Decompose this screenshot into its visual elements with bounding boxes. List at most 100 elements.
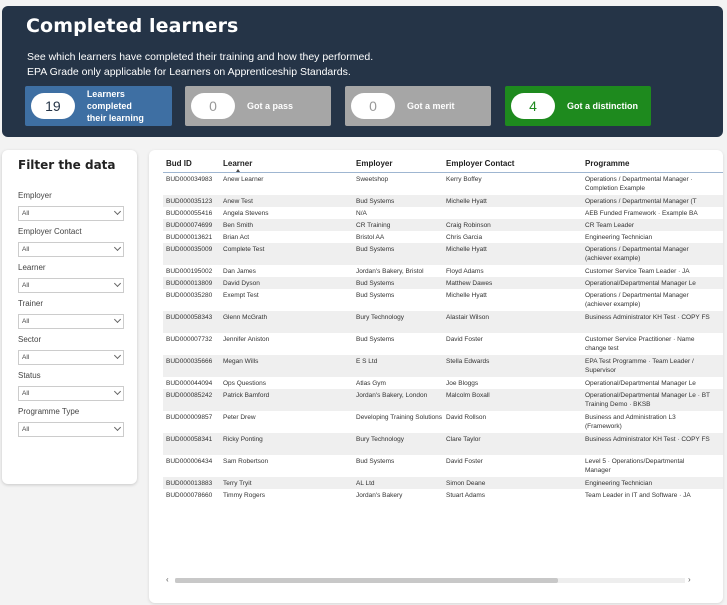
cell-learner: Peter Drew — [223, 414, 256, 421]
cell-employer: Sweetshop — [356, 176, 389, 183]
cell-employer: N/A — [356, 210, 367, 217]
filter-employer-dropdown[interactable]: All — [18, 206, 124, 221]
cell-bud-id: BUD000009857 — [166, 414, 213, 421]
table-row[interactable]: BUD000013809 David Dyson Bud Systems Matthe… — [163, 277, 723, 289]
cell-learner: Angela Stevens — [223, 210, 269, 217]
table-row[interactable]: BUD000055416 Angela Stevens N/A AEB Funded … — [163, 207, 723, 219]
table-row[interactable]: BUD000058341 Ricky Ponting Bury Technology… — [163, 433, 723, 455]
cell-bud-id: BUD000044094 — [166, 380, 213, 387]
filter-employer-contact-dropdown[interactable]: All — [18, 242, 124, 257]
kpi-pass-card[interactable]: 0 Got a pass — [185, 86, 331, 126]
learners-table-card: Bud ID Learner Employer Employer Contact… — [149, 150, 723, 603]
chevron-down-icon — [113, 243, 122, 252]
cell-employer-contact: Chris Garcia — [446, 234, 483, 241]
cell-bud-id: BUD000035123 — [166, 198, 213, 205]
cell-employer: Bury Technology — [356, 314, 404, 321]
cell-bud-id: BUD000085242 — [166, 392, 213, 399]
filter-sector-dropdown[interactable]: All — [18, 350, 124, 365]
table-row[interactable]: BUD000035666 Megan Wills E S Ltd Stella Edw… — [163, 355, 723, 377]
kpi-distinction-card[interactable]: 4 Got a distinction — [505, 86, 651, 126]
kpi-completed-card[interactable]: 19 Learners completed their learning — [25, 86, 172, 126]
chevron-down-icon — [113, 423, 122, 432]
cell-employer: Atlas Gym — [356, 380, 386, 387]
column-header-learner[interactable]: Learner — [223, 159, 353, 168]
cell-programme: Business and Administration L3 (Framewor… — [585, 414, 676, 430]
filter-programme-type-dropdown[interactable]: All — [18, 422, 124, 437]
cell-programme: CR Team Leader — [585, 222, 635, 229]
scroll-right-icon[interactable]: › — [688, 576, 691, 584]
cell-bud-id: BUD000074699 — [166, 222, 213, 229]
cell-bud-id: BUD000006434 — [166, 458, 213, 465]
table-row[interactable]: BUD000074699 Ben Smith CR Training Craig Ro… — [163, 219, 723, 231]
column-header-employer-contact[interactable]: Employer Contact — [446, 159, 581, 168]
filter-panel: Filter the data Employer All Employer Co… — [2, 150, 137, 484]
cell-bud-id: BUD000078660 — [166, 492, 213, 499]
cell-employer: Bristol AA — [356, 234, 385, 241]
table-row[interactable]: BUD000009857 Peter Drew Developing Trainin… — [163, 411, 723, 433]
table-row[interactable]: BUD000006434 Sam Robertson Bud Systems Davi… — [163, 455, 723, 477]
column-header-programme[interactable]: Programme — [585, 159, 710, 168]
filter-learner-value: All — [22, 282, 30, 289]
table-row[interactable]: BUD000058343 Glenn McGrath Bury Technology… — [163, 311, 723, 333]
cell-programme: Business Administrator KH Test · COPY FS — [585, 436, 710, 443]
cell-programme: Operational/Departmental Manager Le — [585, 380, 696, 387]
cell-employer-contact: Michelle Hyatt — [446, 198, 487, 205]
cell-employer-contact: Kerry Boffey — [446, 176, 482, 183]
filter-status-value: All — [22, 390, 30, 397]
table-row[interactable]: BUD000035009 Complete Test Bud Systems Mich… — [163, 243, 723, 265]
table-row[interactable]: BUD000035123 Anew Test Bud Systems Michelle… — [163, 195, 723, 207]
cell-bud-id: BUD000195002 — [166, 268, 213, 275]
filter-trainer-dropdown[interactable]: All — [18, 314, 124, 329]
cell-employer: Bud Systems — [356, 292, 395, 299]
filter-sector-value: All — [22, 354, 30, 361]
column-header-employer[interactable]: Employer — [356, 159, 443, 168]
table-row[interactable]: BUD000085242 Patrick Bamford Jordan's Bake… — [163, 389, 723, 411]
kpi-distinction-label: Got a distinction — [567, 101, 638, 111]
table-row[interactable]: BUD000013621 Brian Act Bristol AA Chris Gar… — [163, 231, 723, 243]
cell-learner: Ben Smith — [223, 222, 253, 229]
filter-programme-type-value: All — [22, 426, 30, 433]
cell-programme: Operations / Departmental Manager · Comp… — [585, 176, 693, 192]
kpi-merit-card[interactable]: 0 Got a merit — [345, 86, 491, 126]
table-row[interactable]: BUD000195002 Dan James Jordan's Bakery, Br… — [163, 265, 723, 277]
filter-status-dropdown[interactable]: All — [18, 386, 124, 401]
cell-employer: Bud Systems — [356, 246, 395, 253]
cell-learner: David Dyson — [223, 280, 260, 287]
cell-bud-id: BUD000058341 — [166, 436, 213, 443]
cell-programme: Customer Service Practitioner · Name cha… — [585, 336, 695, 352]
cell-employer-contact: Michelle Hyatt — [446, 246, 487, 253]
filter-employer-contact-label: Employer Contact — [18, 227, 82, 236]
cell-learner: Ricky Ponting — [223, 436, 263, 443]
filter-status-label: Status — [18, 371, 41, 380]
table-row[interactable]: BUD000007732 Jennifer Aniston Bud Systems D… — [163, 333, 723, 355]
kpi-pass-label: Got a pass — [247, 101, 294, 111]
column-header-bud-id[interactable]: Bud ID — [166, 159, 221, 168]
cell-learner: Patrick Bamford — [223, 392, 270, 399]
cell-bud-id: BUD000035009 — [166, 246, 213, 253]
cell-learner: Ops Questions — [223, 380, 266, 387]
kpi-distinction-value: 4 — [511, 93, 555, 119]
table-row[interactable]: BUD000044094 Ops Questions Atlas Gym Joe Bl… — [163, 377, 723, 389]
chevron-down-icon — [113, 207, 122, 216]
page-title: Completed learners — [26, 15, 239, 37]
cell-employer-contact: Joe Bloggs — [446, 380, 479, 387]
cell-employer-contact: Alastair Wilson — [446, 314, 489, 321]
cell-programme: Operational/Departmental Manager Le — [585, 280, 696, 287]
scroll-left-icon[interactable]: ‹ — [166, 576, 169, 584]
filter-learner-dropdown[interactable]: All — [18, 278, 124, 293]
cell-programme: Business Administrator KH Test · COPY FS — [585, 314, 710, 321]
kpi-completed-label-line-2: their learning — [86, 113, 144, 123]
table-row[interactable]: BUD000034983 Anew Learner Sweetshop Kerry B… — [163, 173, 723, 195]
filter-employer-value: All — [22, 210, 30, 217]
table-row[interactable]: BUD000078660 Timmy Rogers Jordan's Bakery S… — [163, 489, 723, 501]
scrollbar-thumb[interactable] — [175, 578, 558, 583]
horizontal-scrollbar[interactable]: ‹ › — [163, 576, 697, 584]
table-row[interactable]: BUD000013883 Terry Tryit AL Ltd Simon Deane… — [163, 477, 723, 489]
filter-employer-label: Employer — [18, 191, 52, 200]
cell-learner: Glenn McGrath — [223, 314, 268, 321]
cell-programme: Operations / Departmental Manager (achie… — [585, 292, 689, 308]
table-row[interactable]: BUD000035280 Exempt Test Bud Systems Michel… — [163, 289, 723, 311]
filter-programme-type-label: Programme Type — [18, 407, 80, 416]
cell-employer-contact: Simon Deane — [446, 480, 486, 487]
kpi-merit-label: Got a merit — [407, 101, 455, 111]
